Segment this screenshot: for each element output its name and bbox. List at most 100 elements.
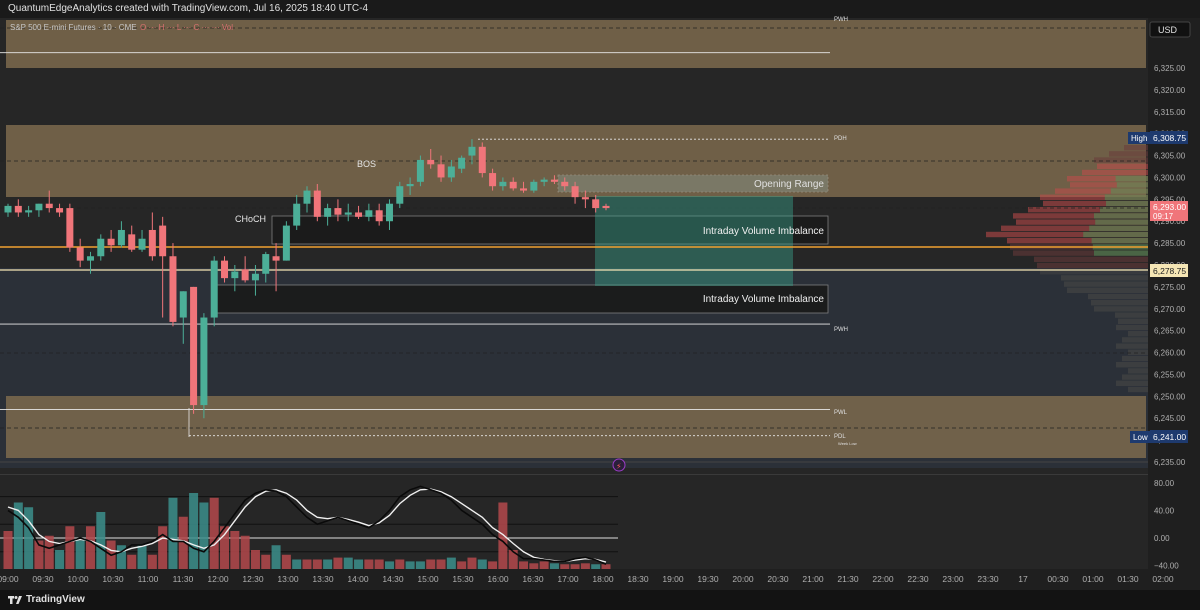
price-tick-label: 6,265.00 — [1154, 327, 1186, 336]
time-tick-label: 01:30 — [1117, 574, 1139, 584]
volume-profile-up-bar — [1089, 225, 1148, 231]
volume-profile-bar — [1116, 324, 1148, 331]
time-tick-label: 02:00 — [1152, 574, 1174, 584]
volume-bar — [96, 512, 106, 569]
time-tick-label: 15:00 — [417, 574, 439, 584]
candle-body — [138, 238, 146, 250]
candle-body — [520, 188, 528, 191]
time-tick-label: 18:00 — [592, 574, 614, 584]
opening-range-label: Opening Range — [754, 179, 824, 190]
currency-label: USD — [1158, 25, 1178, 35]
volume-bar — [240, 535, 250, 569]
imbalance-label-2: Intraday Volume Imbalance — [703, 294, 825, 305]
candle-body — [355, 212, 363, 217]
volume-bar — [395, 559, 405, 569]
volume-bar — [55, 550, 65, 569]
time-tick-label: 15:30 — [452, 574, 474, 584]
volume-bar — [405, 561, 415, 569]
volume-bar — [168, 497, 178, 569]
tradingview-logo-icon — [8, 596, 22, 604]
candle-body — [25, 210, 33, 213]
volume-bar — [601, 564, 611, 569]
volume-bar — [415, 561, 425, 569]
volume-bar — [591, 564, 601, 569]
volume-bar — [65, 526, 75, 569]
volume-profile-bar — [1094, 306, 1148, 312]
volume-bar — [323, 559, 333, 569]
price-tick-label: 6,325.00 — [1154, 64, 1186, 73]
time-tick-label: 20:00 — [732, 574, 754, 584]
price-tick-label: 6,255.00 — [1154, 370, 1186, 379]
volume-profile-up-bar — [1110, 188, 1148, 194]
volume-bar — [374, 559, 384, 569]
volume-bar — [539, 561, 549, 569]
time-tick-label: 11:30 — [173, 574, 194, 584]
footer-brand: TradingView — [26, 594, 85, 605]
candle-body — [210, 260, 218, 318]
time-tick-label: 00:30 — [1047, 574, 1069, 584]
low-tag-label: Low — [1133, 433, 1148, 442]
price-tick-label: 6,250.00 — [1154, 392, 1186, 401]
volume-profile-bar — [1128, 331, 1148, 337]
candle-body — [45, 203, 53, 209]
candle-body — [540, 179, 548, 182]
volume-bar — [549, 563, 559, 569]
time-tick-label: 19:00 — [662, 574, 684, 584]
candle-body — [334, 208, 342, 215]
candle-body — [179, 291, 187, 318]
legend-values: O ··· H ··· L ··· C ··· ··· Vol — [140, 23, 233, 32]
time-tick-label: 19:30 — [697, 574, 719, 584]
volume-profile-bar — [1115, 312, 1148, 318]
candle-body — [159, 225, 167, 257]
price-tick-label: 6,285.00 — [1154, 239, 1186, 248]
volume-bar — [209, 497, 219, 569]
candle-body — [324, 208, 332, 217]
pwl-label: PWL — [834, 410, 848, 416]
time-tick-label: 20:30 — [767, 574, 789, 584]
volume-profile-up-bar — [1094, 213, 1148, 219]
level-price: 6,278.75 — [1153, 266, 1186, 276]
volume-bar — [426, 559, 436, 569]
volume-bar — [271, 545, 281, 569]
volume-bar — [343, 557, 353, 569]
volume-bar — [261, 554, 271, 569]
volume-profile-up-bar — [1083, 231, 1148, 238]
volume-profile-bar — [1122, 337, 1148, 343]
candle-body — [251, 273, 259, 281]
candle-body — [107, 238, 115, 246]
volume-profile-bar — [1128, 386, 1148, 393]
candle-body — [550, 179, 558, 182]
time-tick-label: 21:30 — [837, 574, 859, 584]
price-chart[interactable]: 6,325.006,320.006,315.006,310.006,305.00… — [0, 0, 1200, 590]
volume-profile-bar — [1116, 343, 1148, 349]
volume-bar — [199, 502, 209, 569]
bar-countdown: 09:17 — [1153, 212, 1174, 221]
volume-bar — [384, 561, 394, 569]
time-tick-label: 01:00 — [1082, 574, 1104, 584]
candle-body — [416, 159, 424, 182]
volume-profile-bar — [1118, 318, 1148, 324]
volume-profile-bar — [1122, 355, 1148, 362]
volume-bar — [488, 561, 498, 569]
volume-bar — [127, 554, 137, 569]
candle-body — [4, 205, 12, 213]
pdl-label: PDL — [834, 434, 846, 440]
volume-profile-bar — [1088, 293, 1148, 300]
volume-bar — [24, 507, 34, 569]
volume-bar — [364, 559, 374, 569]
candle-body — [97, 238, 105, 257]
candle-body — [427, 159, 435, 165]
time-tick-label: 17:00 — [557, 574, 579, 584]
time-tick-label: 11:00 — [138, 574, 159, 584]
price-tick-label: 6,315.00 — [1154, 108, 1186, 117]
volume-bar — [312, 559, 322, 569]
candle-body — [592, 199, 600, 209]
candle-body — [489, 173, 497, 187]
imbalance-label-1: Intraday Volume Imbalance — [703, 226, 825, 237]
osc-tick-label: 0.00 — [1154, 534, 1170, 543]
candle-body — [66, 208, 74, 248]
chart-root[interactable]: QuantumEdgeAnalytics created with Tradin… — [0, 0, 1200, 610]
volume-bar — [75, 540, 85, 569]
volume-bar — [85, 526, 95, 569]
pwh-top-label: PWH — [834, 17, 848, 23]
